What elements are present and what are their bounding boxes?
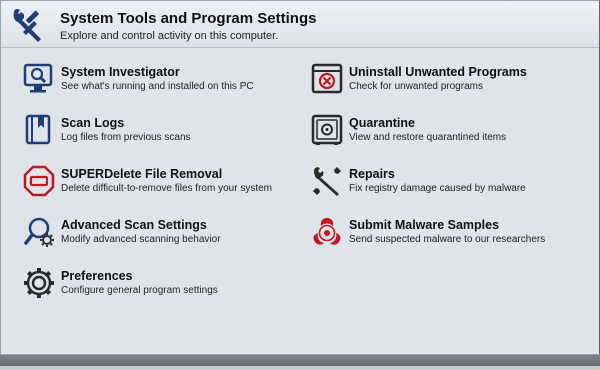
book-icon xyxy=(25,114,51,145)
panel-header: System Tools and Program Settings Explor… xyxy=(1,1,599,48)
page-title: System Tools and Program Settings xyxy=(60,10,317,27)
item-description: Check for unwanted programs xyxy=(349,81,483,92)
item-description: Send suspected malware to our researcher… xyxy=(349,234,546,245)
quarantine-item[interactable]: Quarantine View and restore quarantined … xyxy=(311,114,600,154)
item-title: System Investigator xyxy=(61,65,180,79)
submit-malware-samples-item[interactable]: Submit Malware Samples Send suspected ma… xyxy=(311,216,600,256)
tools-icon xyxy=(13,8,41,43)
system-investigator-item[interactable]: System Investigator See what's running a… xyxy=(23,63,313,103)
item-title: SUPERDelete File Removal xyxy=(61,167,223,181)
biohazard-icon xyxy=(313,218,341,245)
item-title: Submit Malware Samples xyxy=(349,218,500,232)
item-description: Configure general program settings xyxy=(61,285,218,296)
uninstall-programs-item[interactable]: Uninstall Unwanted Programs Check for un… xyxy=(311,63,600,103)
magnifier-gear-icon xyxy=(24,217,54,247)
page-subtitle: Explore and control activity on this com… xyxy=(60,30,279,42)
magnifier-monitor-icon xyxy=(23,63,53,93)
stop-sign-icon xyxy=(23,165,55,197)
uninstall-icon xyxy=(311,63,343,94)
item-description: Modify advanced scanning behavior xyxy=(61,234,221,245)
item-description: Delete difficult-to-remove files from yo… xyxy=(61,183,272,194)
item-title: Scan Logs xyxy=(61,116,125,130)
scan-logs-item[interactable]: Scan Logs Log files from previous scans xyxy=(23,114,313,154)
item-title: Preferences xyxy=(61,269,133,283)
item-title: Uninstall Unwanted Programs xyxy=(349,65,527,79)
window-bottom-edge xyxy=(0,366,600,370)
item-title: Repairs xyxy=(349,167,395,181)
advanced-scan-settings-item[interactable]: Advanced Scan Settings Modify advanced s… xyxy=(23,216,313,256)
item-description: See what's running and installed on this… xyxy=(61,81,254,92)
item-description: View and restore quarantined items xyxy=(349,132,507,143)
preferences-item[interactable]: Preferences Configure general program se… xyxy=(23,267,313,307)
item-title: Quarantine xyxy=(349,116,415,130)
settings-panel: System Tools and Program Settings Explor… xyxy=(0,0,600,355)
safe-icon xyxy=(311,114,343,145)
wrench-screwdriver-icon xyxy=(313,167,341,196)
repairs-item[interactable]: Repairs Fix registry damage caused by ma… xyxy=(311,165,600,205)
superdelete-item[interactable]: SUPERDelete File Removal Delete difficul… xyxy=(23,165,313,205)
item-description: Fix registry damage caused by malware xyxy=(349,183,526,194)
item-description: Log files from previous scans xyxy=(61,132,191,143)
gear-icon xyxy=(24,268,54,298)
item-title: Advanced Scan Settings xyxy=(61,218,207,232)
